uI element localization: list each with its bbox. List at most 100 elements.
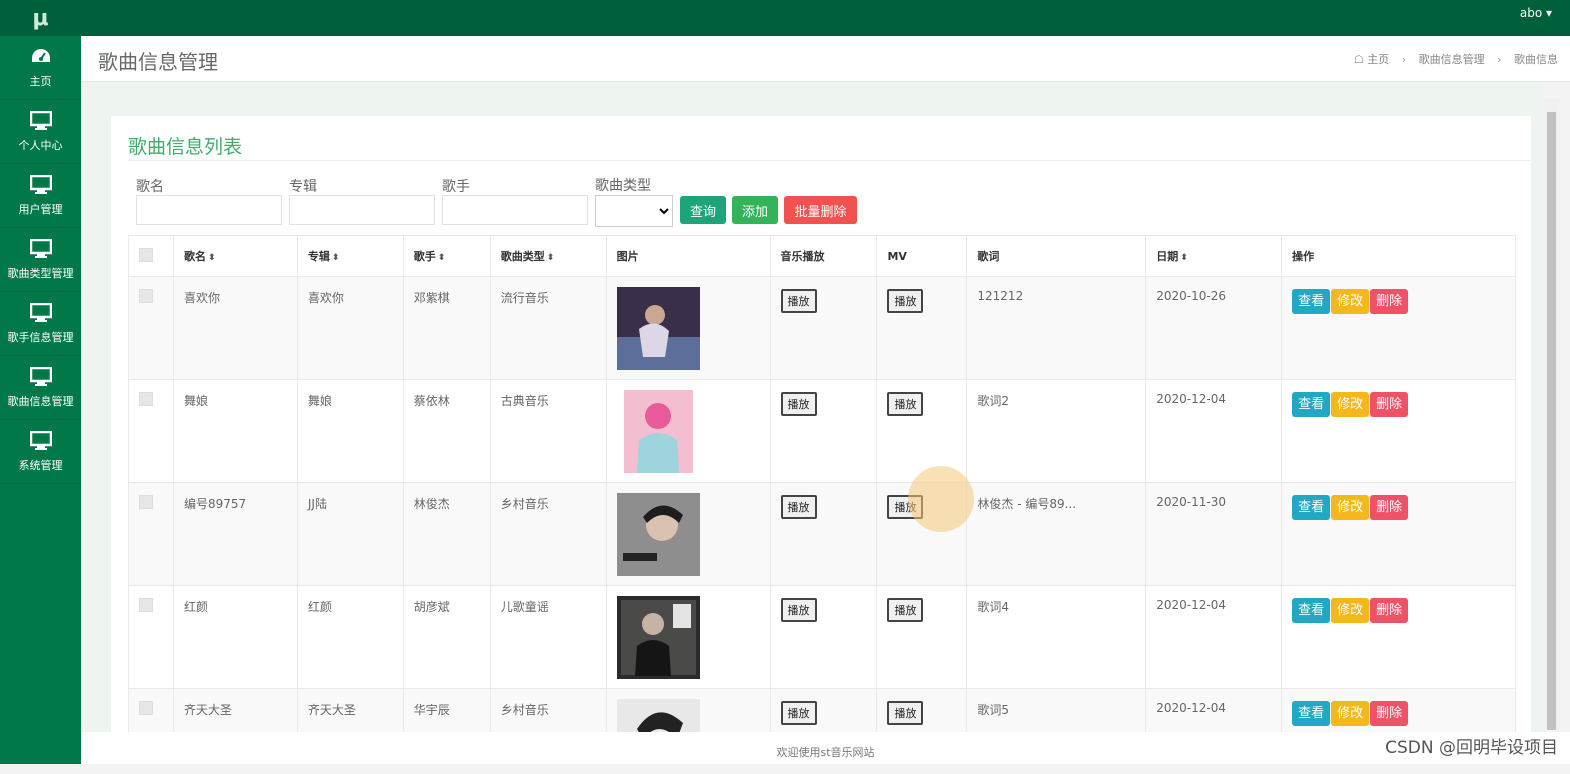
- delete-button[interactable]: 删除: [1370, 289, 1409, 314]
- delete-button[interactable]: 删除: [1370, 392, 1409, 417]
- music-play-cell: 播放: [769, 585, 878, 689]
- mv-play-button[interactable]: 播放: [887, 392, 924, 416]
- sort-icon: ⬍: [1180, 253, 1188, 263]
- view-button[interactable]: 查看: [1292, 701, 1331, 726]
- delete-button[interactable]: 删除: [1370, 495, 1409, 520]
- breadcrumb-section[interactable]: 歌曲信息管理: [1419, 53, 1485, 66]
- cover-cell: [605, 482, 771, 586]
- music-play-button[interactable]: 播放: [780, 495, 817, 519]
- delete-button[interactable]: 删除: [1370, 598, 1409, 623]
- singer-cell: 林俊杰: [402, 482, 491, 586]
- page-header: 歌曲信息管理 ☖ 主页 › 歌曲信息管理 › 歌曲信息: [81, 36, 1570, 82]
- song-type-label: 歌曲类型: [595, 178, 651, 194]
- cover-cell: [605, 585, 771, 689]
- sort-icon: ⬍: [331, 253, 340, 263]
- mv-play-button[interactable]: 播放: [887, 289, 924, 313]
- column-header-lyrics: 歌词: [966, 235, 1147, 277]
- table-row: 红颜 红颜 胡彦斌 儿歌童谣 播放 播放 歌词4 2020-12-04 查看 修…: [128, 585, 1516, 689]
- cover-cell: [605, 688, 771, 732]
- album-cover-image[interactable]: [617, 390, 700, 473]
- sidebar-item-label: 个人中心: [18, 138, 63, 152]
- singer-input[interactable]: [442, 195, 588, 225]
- music-play-button[interactable]: 播放: [780, 598, 817, 622]
- row-checkbox[interactable]: [139, 392, 153, 406]
- mv-cell: 播放: [876, 276, 968, 380]
- chevron-right-icon: ›: [1497, 53, 1502, 66]
- sort-icon: ⬍: [546, 253, 555, 263]
- column-header-singer[interactable]: 歌手 ⬍: [402, 235, 491, 277]
- breadcrumb: ☖ 主页 › 歌曲信息管理 › 歌曲信息: [1354, 51, 1558, 67]
- album-cover-image[interactable]: [616, 493, 700, 576]
- mv-cell: 播放: [876, 585, 968, 689]
- batch-delete-button[interactable]: 批量删除: [784, 196, 857, 224]
- sidebar-item-singers[interactable]: 歌手信息管理: [0, 292, 81, 356]
- column-header-album[interactable]: 专辑 ⬍: [296, 235, 404, 277]
- sidebar-item-system[interactable]: 系统管理: [0, 420, 81, 484]
- sidebar-item-users[interactable]: 用户管理: [0, 164, 81, 228]
- row-checkbox[interactable]: [139, 701, 153, 715]
- lyrics-cell: 林俊杰 - 编号89...: [966, 482, 1147, 586]
- monitor-icon: [29, 366, 52, 386]
- music-play-button[interactable]: 播放: [780, 289, 817, 313]
- edit-button[interactable]: 修改: [1331, 701, 1370, 726]
- column-header-date[interactable]: 日期 ⬍: [1145, 235, 1283, 277]
- breadcrumb-home[interactable]: 主页: [1367, 53, 1389, 66]
- singer-cell: 蔡依林: [402, 379, 491, 483]
- vertical-scrollbar[interactable]: [1544, 98, 1559, 732]
- actions-cell: 查看 修改 删除: [1281, 688, 1516, 732]
- column-header-name[interactable]: 歌名 ⬍: [172, 235, 298, 277]
- sidebar-item-profile[interactable]: 个人中心: [0, 100, 81, 164]
- select-all-cell: [128, 235, 174, 277]
- sidebar-item-label: 歌手信息管理: [7, 330, 74, 344]
- sidebar-item-songs[interactable]: 歌曲信息管理: [0, 356, 81, 420]
- album-cell: 喜欢你: [296, 276, 404, 380]
- type-cell: 流行音乐: [489, 276, 607, 380]
- edit-button[interactable]: 修改: [1331, 392, 1370, 417]
- add-button[interactable]: 添加: [732, 196, 778, 224]
- edit-button[interactable]: 修改: [1331, 598, 1370, 623]
- music-play-button[interactable]: 播放: [780, 701, 817, 725]
- table-header-row: 歌名 ⬍ 专辑 ⬍ 歌手 ⬍ 歌曲类型 ⬍ 图片 音乐播放 MV 歌词 日期 ⬍ 操作: [128, 235, 1516, 277]
- row-checkbox[interactable]: [139, 495, 153, 509]
- column-header-type[interactable]: 歌曲类型 ⬍: [489, 235, 607, 277]
- cover-cell: [605, 276, 771, 380]
- album-cover-image[interactable]: [616, 287, 700, 370]
- row-checkbox[interactable]: [139, 598, 153, 612]
- music-play-cell: 播放: [769, 379, 878, 483]
- music-play-button[interactable]: 播放: [780, 392, 817, 416]
- scrollbar-thumb[interactable]: [1547, 112, 1556, 730]
- singer-label: 歌手: [442, 179, 470, 195]
- select-all-checkbox[interactable]: [139, 247, 153, 262]
- lyrics-cell: 121212: [966, 276, 1147, 380]
- music-play-cell: 播放: [769, 276, 878, 380]
- table-row: 齐天大圣 齐天大圣 华宇辰 乡村音乐 播放 播放 歌词5 2020-12-04 …: [128, 688, 1516, 732]
- edit-button[interactable]: 修改: [1331, 495, 1370, 520]
- sidebar-item-label: 用户管理: [18, 202, 63, 216]
- album-input[interactable]: [289, 195, 435, 225]
- view-button[interactable]: 查看: [1292, 495, 1331, 520]
- view-button[interactable]: 查看: [1292, 598, 1331, 623]
- song-name-cell: 舞娘: [172, 379, 298, 483]
- row-checkbox[interactable]: [139, 289, 153, 303]
- song-type-select[interactable]: [595, 195, 673, 227]
- sidebar-item-home[interactable]: 主页: [0, 36, 81, 100]
- mv-play-button[interactable]: 播放: [887, 495, 924, 519]
- type-cell: 古典音乐: [489, 379, 607, 483]
- user-menu[interactable]: abo ▾: [1520, 6, 1552, 20]
- view-button[interactable]: 查看: [1292, 289, 1331, 314]
- song-name-input[interactable]: [136, 195, 282, 225]
- album-cover-image[interactable]: [616, 596, 700, 679]
- column-header-image: 图片: [605, 235, 771, 277]
- view-button[interactable]: 查看: [1292, 392, 1331, 417]
- actions-cell: 查看 修改 删除: [1281, 482, 1516, 586]
- delete-button[interactable]: 删除: [1370, 701, 1409, 726]
- table-row: 喜欢你 喜欢你 邓紫棋 流行音乐 播放 播放 121212 2020-10-26: [128, 276, 1516, 380]
- mv-play-button[interactable]: 播放: [887, 598, 924, 622]
- query-button[interactable]: 查询: [680, 196, 726, 224]
- song-name-cell: 红颜: [172, 585, 298, 689]
- edit-button[interactable]: 修改: [1331, 289, 1370, 314]
- song-name-cell: 齐天大圣: [172, 688, 298, 732]
- mv-play-button[interactable]: 播放: [887, 701, 924, 725]
- sidebar-item-song-types[interactable]: 歌曲类型管理: [0, 228, 81, 292]
- album-cover-image[interactable]: [616, 699, 700, 732]
